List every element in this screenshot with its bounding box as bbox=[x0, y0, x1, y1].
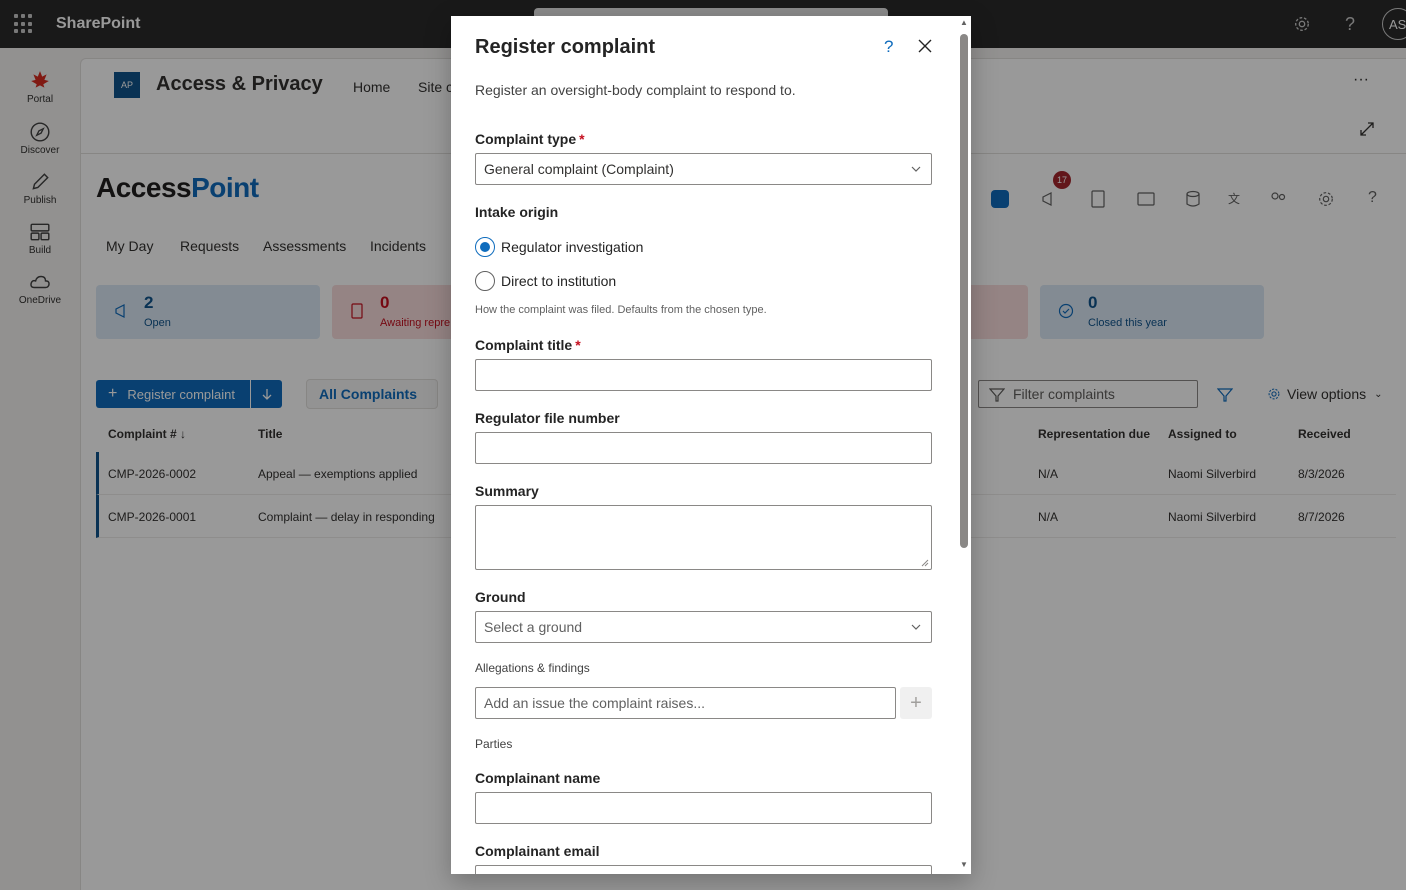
dialog-help-icon[interactable]: ? bbox=[884, 37, 893, 57]
scroll-down-icon[interactable]: ▼ bbox=[958, 860, 970, 872]
complaint-type-label: Complaint type * bbox=[475, 131, 585, 147]
complainant-email-label: Complainant email bbox=[475, 843, 600, 859]
radio-regulator-investigation[interactable]: Regulator investigation bbox=[475, 237, 643, 257]
complaint-type-select[interactable]: General complaint (Complaint) bbox=[475, 153, 932, 185]
add-allegation-button[interactable]: + bbox=[900, 687, 932, 719]
allegation-input[interactable]: Add an issue the complaint raises... bbox=[475, 687, 896, 719]
scroll-up-icon[interactable]: ▲ bbox=[958, 18, 970, 30]
allegations-label: Allegations & findings bbox=[475, 661, 590, 675]
dialog-description: Register an oversight-body complaint to … bbox=[475, 82, 796, 98]
complainant-name-label: Complainant name bbox=[475, 770, 601, 786]
required-marker: * bbox=[575, 337, 581, 353]
radio-direct-to-institution[interactable]: Direct to institution bbox=[475, 271, 616, 291]
ground-select[interactable]: Select a ground bbox=[475, 611, 932, 643]
complainant-name-input[interactable] bbox=[475, 792, 932, 824]
resize-handle-icon[interactable] bbox=[921, 559, 929, 567]
radio-label: Direct to institution bbox=[501, 273, 617, 289]
parties-label: Parties bbox=[475, 737, 513, 751]
chevron-down-icon bbox=[911, 166, 921, 172]
regulator-file-number-input[interactable] bbox=[475, 432, 932, 464]
summary-label: Summary bbox=[475, 483, 539, 499]
required-marker: * bbox=[579, 131, 585, 147]
input-placeholder: Add an issue the complaint raises... bbox=[484, 695, 706, 711]
ground-label: Ground bbox=[475, 589, 526, 605]
radio-circle bbox=[475, 237, 495, 257]
chevron-down-icon bbox=[911, 624, 921, 630]
radio-label: Regulator investigation bbox=[501, 239, 644, 255]
register-complaint-dialog: Register complaint ? Register an oversig… bbox=[451, 16, 971, 874]
select-placeholder: Select a ground bbox=[484, 619, 583, 635]
dialog-title: Register complaint bbox=[475, 36, 656, 58]
intake-origin-label: Intake origin bbox=[475, 204, 559, 220]
complaint-title-label: Complaint title * bbox=[475, 337, 581, 353]
complaint-title-input[interactable] bbox=[475, 359, 932, 391]
complainant-email-input[interactable] bbox=[475, 865, 932, 874]
close-icon[interactable] bbox=[915, 36, 935, 56]
regulator-file-number-label: Regulator file number bbox=[475, 410, 620, 426]
summary-textarea[interactable] bbox=[475, 505, 932, 570]
scrollbar-thumb[interactable] bbox=[960, 34, 968, 548]
radio-circle bbox=[475, 271, 495, 291]
label-text: Complaint type bbox=[475, 131, 577, 147]
select-value: General complaint (Complaint) bbox=[484, 161, 674, 177]
label-text: Complaint title bbox=[475, 337, 573, 353]
intake-helper-text: How the complaint was filed. Defaults fr… bbox=[475, 304, 767, 316]
